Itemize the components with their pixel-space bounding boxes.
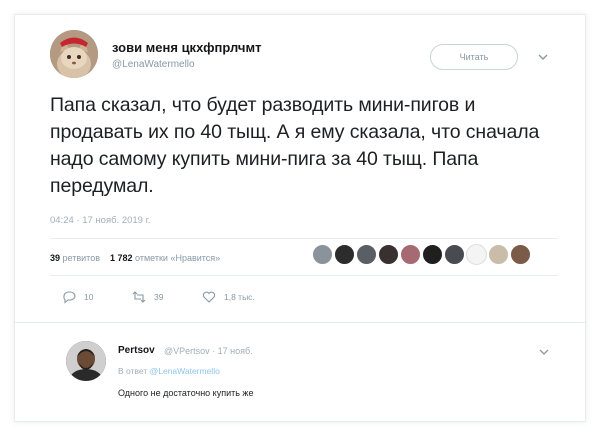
liker-avatar[interactable] [400,244,421,265]
like-button[interactable]: 1,8 тыс. [202,290,255,304]
retweet-button[interactable]: 39 [132,290,163,304]
in-reply-to: В ответ @LenaWatermello [118,366,220,376]
reply-author-avatar[interactable] [66,341,106,381]
retweets-label[interactable]: ретвитов [63,253,100,263]
cat-avatar-icon [50,30,98,78]
liker-avatar[interactable] [378,244,399,265]
reply-button[interactable]: 10 [62,290,93,304]
liker-avatar[interactable] [510,244,531,265]
divider [15,322,585,323]
tweet-date: 17 нояб. 2019 г. [82,215,151,226]
author-handle[interactable]: @LenaWatermello [112,59,195,70]
reply-text: Одного не достаточно купить же [118,388,254,398]
reply-date[interactable]: 17 нояб. [218,346,253,356]
in-reply-label: В ответ [118,366,148,376]
liker-avatar[interactable] [334,244,355,265]
liker-avatar[interactable] [312,244,333,265]
person-avatar-icon [66,341,106,381]
reply-count: 10 [84,292,94,302]
tweet-time: 04:24 [50,215,74,226]
chevron-down-icon[interactable] [538,348,550,356]
tweet-stats: 39 ретвитов 1 782 отметки «Нравится» [50,253,220,263]
reply-author-name[interactable]: Pertsov [118,345,155,356]
in-reply-handle-link[interactable]: @LenaWatermello [150,366,220,376]
reply-author-handle[interactable]: @VPertsov [164,346,210,356]
liker-avatar[interactable] [488,244,509,265]
divider [50,275,558,276]
chevron-down-icon[interactable] [536,52,550,62]
reply-icon [63,291,76,304]
tweet-timestamp[interactable]: 04:24 · 17 нояб. 2019 г. [50,215,151,226]
retweets-count[interactable]: 39 [50,253,60,263]
liker-avatar[interactable] [444,244,465,265]
divider [50,238,558,239]
likes-count[interactable]: 1 782 [110,253,133,263]
retweet-icon [132,291,146,303]
liker-avatar[interactable] [356,244,377,265]
author-name[interactable]: зови меня цкхфпрлчмт [112,40,261,55]
liker-avatar[interactable] [422,244,443,265]
follow-button[interactable]: Читать [430,44,518,70]
author-avatar[interactable] [50,30,98,78]
retweet-count: 39 [154,292,164,302]
reply-author-meta: @VPertsov · 17 нояб. [164,346,253,356]
likes-label[interactable]: отметки «Нравится» [135,253,220,263]
liker-avatar[interactable] [466,244,487,265]
heart-icon [202,291,216,303]
like-count: 1,8 тыс. [224,292,255,302]
tweet-text: Папа сказал, что будет разводить мини-пи… [50,94,540,197]
